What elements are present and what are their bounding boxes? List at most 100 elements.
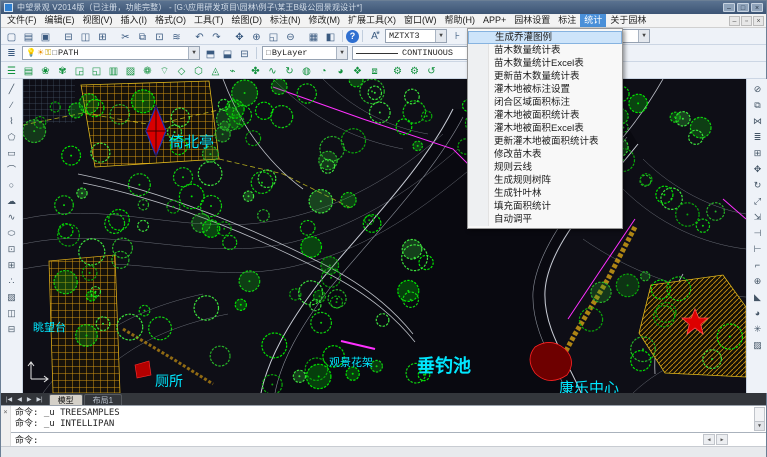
save-icon[interactable]: ▣ — [37, 30, 54, 45]
erase-icon[interactable]: ⊘ — [749, 81, 767, 97]
copy-icon[interactable]: ⧉ — [749, 97, 767, 113]
stats-menu-item-plant-quantity-table[interactable]: 苗木数量统计表 — [468, 44, 622, 57]
menu-item-statistics[interactable]: 统计 — [580, 14, 606, 27]
print-preview-icon[interactable]: ◫ — [77, 30, 94, 45]
menu-item-edit[interactable]: 编辑(E) — [41, 14, 79, 27]
scroll-right-icon[interactable]: ▶ — [716, 434, 728, 445]
menu-item-format[interactable]: 格式(O) — [151, 14, 190, 27]
stats-menu-item-generate-tree-shrub-legend[interactable]: 生成乔灌图例 — [468, 31, 622, 44]
layer-properties-icon[interactable]: ≣ — [3, 46, 20, 61]
lawn-tool-icon[interactable]: ▨ — [122, 64, 139, 79]
stats-menu-item-hatch-area-statistics[interactable]: 填充面积统计 — [468, 200, 622, 213]
pan-icon[interactable]: ✥ — [231, 30, 248, 45]
stats-menu-item-closed-region-area-label[interactable]: 闭合区域面积标注 — [468, 96, 622, 109]
garden-settings-2-icon[interactable]: ⚙ — [406, 64, 423, 79]
terrain-tool-icon[interactable]: ◬ — [207, 64, 224, 79]
flower-bed-icon[interactable]: ❁ — [139, 64, 156, 79]
zoom-previous-icon[interactable]: ⊖ — [282, 30, 299, 45]
properties-icon[interactable]: ▦ — [305, 30, 322, 45]
ellipse-icon[interactable]: ⬭ — [3, 225, 21, 241]
chamfer-icon[interactable]: ◣ — [749, 289, 767, 305]
table-icon[interactable]: ⊟ — [3, 321, 21, 337]
scale-icon[interactable]: ⤢ — [749, 193, 767, 209]
rotate-icon[interactable]: ↻ — [749, 177, 767, 193]
zoom-realtime-icon[interactable]: ⊕ — [248, 30, 265, 45]
hatch-icon[interactable]: ▨ — [3, 289, 21, 305]
insert-block-icon[interactable]: ⊡ — [3, 241, 21, 257]
menu-item-app-plus[interactable]: APP+ — [479, 14, 510, 27]
arc-icon[interactable]: ⌒ — [3, 161, 21, 177]
stats-menu-item-update-shrub-groundcover-area-table[interactable]: 更新灌木地被面积统计表 — [468, 135, 622, 148]
move-icon[interactable]: ✥ — [749, 161, 767, 177]
paving-tool-icon[interactable]: ❖ — [349, 64, 366, 79]
region-icon[interactable]: ◫ — [3, 305, 21, 321]
construction-line-icon[interactable]: ∕ — [3, 97, 21, 113]
explode-icon[interactable]: ✳ — [749, 321, 767, 337]
layer-combo[interactable]: 💡 ☀ ⚿ □ PATH ▼ — [22, 46, 200, 60]
menu-item-modify[interactable]: 修改(M) — [305, 14, 345, 27]
doc-minimize-button[interactable]: – — [729, 16, 740, 26]
menu-item-window[interactable]: 窗口(W) — [400, 14, 441, 27]
make-object-layer-current-icon[interactable]: ⬒ — [202, 47, 219, 62]
line-icon[interactable]: ╱ — [3, 81, 21, 97]
tab-first-icon[interactable]: |◀ — [4, 396, 14, 403]
viewports-icon[interactable]: ◧ — [322, 30, 339, 45]
menu-item-help[interactable]: 帮助(H) — [441, 14, 480, 27]
water-tool-icon[interactable]: ◇ — [173, 64, 190, 79]
stats-menu-item-generate-regular-tree-array[interactable]: 生成规则树阵 — [468, 174, 622, 187]
trim-icon[interactable]: ⊣ — [749, 225, 767, 241]
polygon-icon[interactable]: ⬠ — [3, 129, 21, 145]
mirror-icon[interactable]: ⋈ — [749, 113, 767, 129]
layer-previous-icon[interactable]: ⬓ — [219, 47, 236, 62]
menu-item-draw[interactable]: 绘图(D) — [228, 14, 267, 27]
stats-menu-item-rule-cloud-line[interactable]: 规则云线 — [468, 161, 622, 174]
linetype-combo[interactable]: CONTINUOUS ▼ — [352, 46, 480, 60]
layer-lock-icon[interactable]: ⚿ — [45, 49, 51, 58]
menu-item-view[interactable]: 视图(V) — [79, 14, 117, 27]
text-style-icon[interactable]: A⃰ — [366, 29, 383, 44]
chevron-down-icon[interactable]: ▼ — [336, 47, 347, 59]
stats-menu-item-plant-quantity-excel[interactable]: 苗木数量统计Excel表 — [468, 57, 622, 70]
menu-item-dimension[interactable]: 标注(N) — [266, 14, 305, 27]
drawing-canvas[interactable]: 倚北亭 眺望台 厕所 观景花架 垂钓池 康乐中心 — [23, 79, 746, 393]
text-style-combo[interactable]: MZTXT3 ▼ — [385, 29, 447, 43]
dim-style-icon[interactable]: ⊦ — [449, 29, 466, 44]
scroll-left-icon[interactable]: ◀ — [703, 434, 715, 445]
scroll-down-icon[interactable]: ▼ — [755, 421, 764, 430]
tab-next-icon[interactable]: ▶ — [25, 396, 34, 403]
hedge-tool-icon[interactable]: ▥ — [105, 64, 122, 79]
plant-table-icon[interactable]: ◱ — [88, 64, 105, 79]
hatch-edit-icon[interactable]: ▨ — [749, 337, 767, 353]
stretch-icon[interactable]: ⇲ — [749, 209, 767, 225]
tab-layout1[interactable]: 布局1 — [84, 394, 122, 405]
stats-menu-item-shrub-groundcover-area-excel[interactable]: 灌木地被面积Excel表 — [468, 122, 622, 135]
garden-settings-1-icon[interactable]: ⚙ — [389, 64, 406, 79]
command-input[interactable]: 命令: ◀ ▶ — [11, 432, 766, 446]
garden-refresh-icon[interactable]: ↺ — [423, 64, 440, 79]
zoom-window-icon[interactable]: ◱ — [265, 30, 282, 45]
polyline-icon[interactable]: ⌇ — [3, 113, 21, 129]
extend-icon[interactable]: ⊢ — [749, 241, 767, 257]
menu-item-express-tools[interactable]: 扩展工具(X) — [344, 14, 400, 27]
slope-tool-icon[interactable]: ✤ — [247, 64, 264, 79]
undo-icon[interactable]: ↶ — [191, 30, 208, 45]
circle-icon[interactable]: ○ — [3, 177, 21, 193]
doc-close-button[interactable]: × — [753, 16, 764, 26]
tree-plan-icon[interactable]: ☰ — [3, 64, 20, 79]
color-combo[interactable]: □ ByLayer ▼ — [262, 46, 348, 60]
plant-replace-icon[interactable]: ✾ — [54, 64, 71, 79]
layer-freeze-icon[interactable]: ☀ — [37, 48, 44, 58]
break-icon[interactable]: ⌐ — [749, 257, 767, 273]
join-icon[interactable]: ⊕ — [749, 273, 767, 289]
cut-icon[interactable]: ✂ — [117, 30, 134, 45]
stats-menu-item-edit-plant-table[interactable]: 修改苗木表 — [468, 148, 622, 161]
plant-label-icon[interactable]: ◲ — [71, 64, 88, 79]
tab-prev-icon[interactable]: ◀ — [15, 396, 24, 403]
stats-menu-item-update-plant-quantity-table[interactable]: 更新苗木数量统计表 — [468, 70, 622, 83]
doc-restore-button[interactable]: ▫ — [741, 16, 752, 26]
stats-menu-item-generate-conifer-forest[interactable]: 生成针叶林 — [468, 187, 622, 200]
close-button[interactable]: × — [751, 3, 763, 12]
paste-icon[interactable]: ⊡ — [151, 30, 168, 45]
grading-tool-icon[interactable]: ◍ — [298, 64, 315, 79]
fillet-icon[interactable]: ◕ — [749, 305, 767, 321]
